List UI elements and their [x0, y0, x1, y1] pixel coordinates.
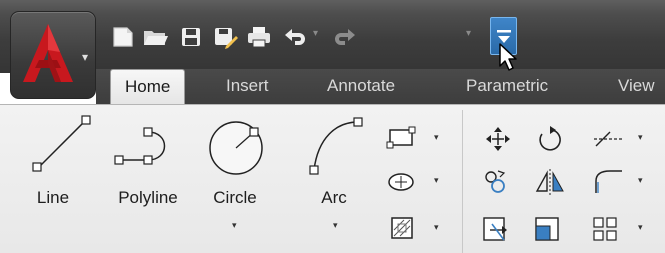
array-tool-button[interactable]: ▾: [588, 212, 648, 246]
save-icon[interactable]: [176, 22, 206, 52]
tab-parametric[interactable]: Parametric: [466, 69, 548, 103]
hatch-icon: [391, 217, 413, 239]
circle-icon: [209, 121, 263, 175]
move-icon: [486, 127, 510, 151]
line-tool-button[interactable]: Line: [30, 112, 110, 240]
stretch-icon: [483, 217, 507, 241]
circle-dropdown-icon[interactable]: ▾: [232, 220, 237, 231]
tool-label-line: Line: [36, 188, 70, 207]
mirror-tool-button[interactable]: [530, 165, 590, 199]
trim-icon: [594, 131, 624, 147]
ellipse-dropdown-icon[interactable]: ▾: [434, 175, 439, 186]
fillet-icon: [595, 170, 622, 193]
print-icon[interactable]: [244, 22, 274, 52]
redo-dropdown-icon[interactable]: ▾: [466, 28, 476, 42]
copy-icon: [485, 170, 506, 193]
fillet-tool-button[interactable]: ▾: [588, 165, 648, 199]
rectangle-icon: [386, 126, 416, 149]
fillet-dropdown-icon[interactable]: ▾: [638, 175, 643, 186]
new-document-icon[interactable]: [108, 22, 138, 52]
scale-icon: [535, 217, 559, 241]
tool-label-polyline: Polyline: [118, 188, 178, 207]
tab-insert[interactable]: Insert: [226, 69, 269, 103]
tool-label-arc: Arc: [321, 188, 347, 207]
open-folder-icon[interactable]: [140, 22, 170, 52]
tab-home[interactable]: Home: [110, 69, 186, 105]
redo-icon[interactable]: [330, 22, 360, 52]
autocad-a-logo: [23, 24, 73, 82]
arc-dropdown-icon[interactable]: ▾: [333, 220, 338, 231]
tab-annotate[interactable]: Annotate: [327, 69, 395, 103]
stretch-tool-button[interactable]: [478, 212, 538, 246]
copy-tool-button[interactable]: [478, 165, 538, 199]
save-as-icon[interactable]: [210, 22, 240, 52]
rotate-icon: [539, 126, 561, 151]
polyline-tool-button[interactable]: Polyline: [108, 112, 188, 240]
mouse-cursor-icon: [499, 43, 517, 71]
application-menu-button[interactable]: ▾: [10, 11, 96, 99]
undo-icon[interactable]: [280, 22, 310, 52]
array-icon: [593, 217, 617, 241]
undo-dropdown-icon[interactable]: ▾: [313, 28, 323, 42]
panel-divider: [462, 110, 463, 253]
tool-label-circle: Circle: [213, 188, 257, 207]
hatch-dropdown-icon[interactable]: ▾: [434, 222, 439, 233]
rectangle-dropdown-icon[interactable]: ▾: [434, 132, 439, 143]
rectangle-tool-button[interactable]: ▾: [384, 122, 444, 156]
trim-dropdown-icon[interactable]: ▾: [638, 132, 643, 143]
dropdown-arrow-icon: ▾: [82, 50, 89, 64]
mirror-icon: [535, 169, 564, 195]
tab-view[interactable]: View: [618, 69, 655, 103]
line-icon: [32, 115, 91, 172]
hatch-tool-button[interactable]: ▾: [384, 212, 444, 246]
trim-tool-button[interactable]: ▾: [588, 122, 648, 156]
move-tool-button[interactable]: [478, 122, 538, 156]
circle-tool-button[interactable]: Circle ▾: [200, 112, 280, 240]
arc-tool-button[interactable]: Arc ▾: [296, 112, 376, 240]
ellipse-tool-button[interactable]: ▾: [384, 165, 444, 199]
scale-tool-button[interactable]: [530, 212, 590, 246]
array-dropdown-icon[interactable]: ▾: [638, 222, 643, 233]
rotate-tool-button[interactable]: [530, 122, 590, 156]
ellipse-icon: [388, 173, 414, 191]
polyline-icon: [114, 127, 166, 165]
arc-icon: [309, 117, 363, 175]
